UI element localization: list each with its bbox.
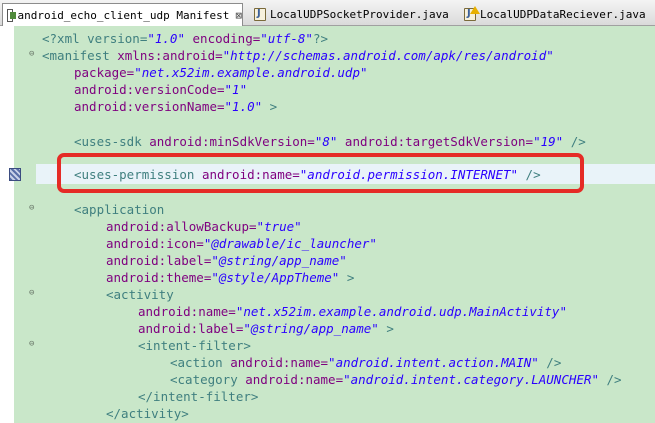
tab-localudpdatareciever-label: LocalUDPDataReciever.java — [480, 8, 646, 21]
code-line-19: </intent-filter> — [138, 389, 259, 404]
code-line-18: <category android:name="android.intent.c… — [170, 372, 622, 387]
close-icon[interactable]: ⊠ — [235, 9, 242, 22]
folding-ruler — [14, 26, 36, 423]
code-line-5: android:versionName="1.0" > — [74, 99, 278, 114]
code-line-2: <manifest xmlns:android="http://schemas.… — [42, 48, 554, 63]
code-line-10: android:icon="@drawable/ic_launcher" — [106, 236, 377, 251]
code-line-16: <intent-filter> — [138, 338, 251, 353]
fold-toggle-icon[interactable]: ⊖ — [29, 340, 38, 349]
code-line-15: android:label="@string/app_name" > — [138, 321, 394, 336]
code-line-20: </activity> — [106, 406, 189, 421]
editor-tab-bar: android_echo_client_udp Manifest ⊠ Local… — [0, 0, 655, 27]
code-line-6: <uses-sdk android:minSdkVersion="8" andr… — [74, 134, 586, 149]
code-line-8: <application — [74, 202, 165, 217]
code-line-3: package="net.x52im.example.android.udp" — [74, 65, 368, 80]
code-line-1: <?xml version="1.0" encoding="utf-8"?> — [42, 31, 329, 46]
code-line-12: android:theme="@style/AppTheme" > — [106, 270, 355, 285]
java-file-warning-icon — [464, 6, 480, 21]
code-line-4: android:versionCode="1" — [74, 82, 248, 97]
java-file-icon — [254, 8, 266, 21]
annotation-highlight-box — [57, 153, 584, 193]
tab-manifest[interactable]: android_echo_client_udp Manifest ⊠ — [2, 3, 243, 27]
fold-toggle-icon[interactable]: ⊖ — [29, 50, 38, 59]
overview-ruler — [0, 26, 14, 423]
bookmark-marker-icon[interactable] — [9, 168, 21, 181]
tab-localudpdatareciever[interactable]: LocalUDPDataReciever.java — [460, 3, 655, 26]
tab-localudpsocketprovider[interactable]: LocalUDPSocketProvider.java — [250, 3, 455, 26]
fold-toggle-icon[interactable]: ⊖ — [29, 204, 38, 213]
tab-manifest-label: android_echo_client_udp Manifest — [17, 9, 230, 22]
code-line-17: <action android:name="android.intent.act… — [170, 355, 562, 370]
code-line-13: <activity — [106, 287, 174, 302]
code-line-14: android:name="net.x52im.example.android.… — [138, 304, 567, 319]
fold-toggle-icon[interactable]: ⊖ — [29, 289, 38, 298]
manifest-icon — [7, 9, 17, 22]
code-line-11: android:label="@string/app_name" — [106, 253, 347, 268]
code-line-9: android:allowBackup="true" — [106, 219, 302, 234]
tab-localudpsocketprovider-label: LocalUDPSocketProvider.java — [270, 8, 449, 21]
